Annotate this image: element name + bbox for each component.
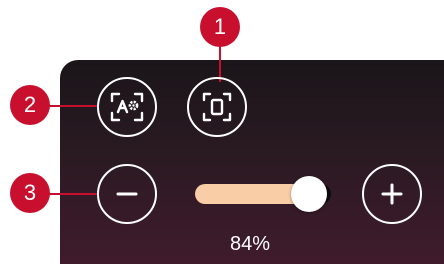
plus-icon xyxy=(381,183,403,205)
minus-icon xyxy=(116,192,138,196)
screenshot-stage: 1 2 3 84% xyxy=(0,0,444,264)
zoom-out-button[interactable] xyxy=(97,164,157,224)
fit-frame-button[interactable] xyxy=(187,77,247,137)
zoom-slider[interactable] xyxy=(195,176,331,212)
callout-1-badge: 1 xyxy=(200,7,240,47)
fit-frame-icon xyxy=(202,92,232,122)
callout-2-badge: 2 xyxy=(10,85,50,125)
zoom-percentage: 84% xyxy=(229,233,271,255)
callout-3-badge: 3 xyxy=(10,173,50,213)
callout-3-leader xyxy=(48,193,98,195)
auto-format-button[interactable] xyxy=(97,77,157,137)
callout-2-leader xyxy=(48,105,98,107)
auto-format-icon xyxy=(110,92,144,122)
zoom-slider-thumb[interactable] xyxy=(291,176,327,212)
zoom-in-button[interactable] xyxy=(362,164,422,224)
